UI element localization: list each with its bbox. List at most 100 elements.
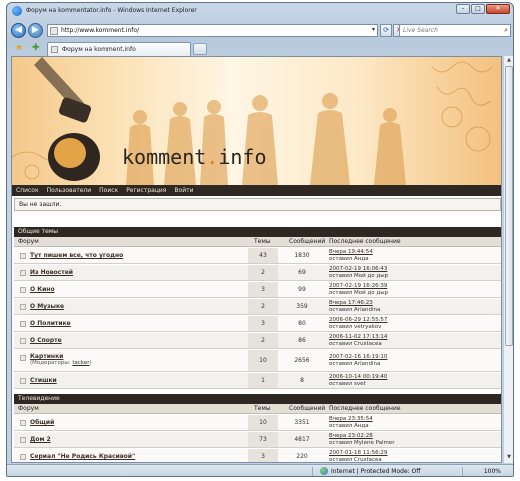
minimize-button[interactable]: – bbox=[456, 4, 470, 14]
login-notice: Вы не зашли. bbox=[14, 198, 501, 211]
forum-row: О Кино 3 99 2007-02-19 16:26:39 оставил … bbox=[14, 282, 501, 298]
search-box[interactable]: ⌕ bbox=[399, 24, 511, 37]
last-post-author: оставил Arlandina bbox=[329, 307, 381, 313]
forum-link[interactable]: Картинки bbox=[30, 353, 63, 360]
posts-count: 80 bbox=[298, 320, 306, 327]
forum-link[interactable]: О Спорте bbox=[30, 337, 62, 344]
topics-count: 1 bbox=[248, 373, 278, 388]
forward-button[interactable]: ▶ bbox=[28, 23, 43, 38]
last-post: Вчера 23:35:54 оставил Анда bbox=[329, 416, 373, 430]
favorites-star-icon[interactable]: ★ bbox=[15, 43, 23, 53]
last-post: 2006-06-29 12:55:57 оставил vetryakov bbox=[329, 317, 387, 331]
title-bar: Форум на kommentator.info - Windows Inte… bbox=[7, 3, 513, 19]
posts-count: 3351 bbox=[294, 419, 310, 426]
search-input[interactable] bbox=[400, 25, 495, 36]
forum-row: Стишки 1 8 2006-10-14 00:19:40 оставил s… bbox=[14, 373, 501, 389]
search-icon[interactable]: ⌕ bbox=[504, 26, 508, 35]
forum-link[interactable]: Стишки bbox=[30, 377, 57, 384]
last-post-date-link[interactable]: Вчера 23:02:28 bbox=[329, 433, 373, 439]
back-button[interactable]: ◀ bbox=[11, 23, 26, 38]
scroll-thumb[interactable] bbox=[505, 66, 513, 346]
forum-row: Общий 10 3351 Вчера 23:35:54 оставил Анд… bbox=[14, 415, 501, 431]
last-post-author: оставил svet bbox=[329, 381, 366, 387]
last-post-author: оставил Мой до дыр bbox=[329, 273, 389, 279]
maximize-button[interactable]: □ bbox=[471, 4, 485, 14]
status-divider bbox=[312, 467, 313, 476]
forum-status-icon bbox=[20, 378, 26, 384]
forum-link[interactable]: Общий bbox=[30, 419, 54, 426]
forum-row: О Музыке 2 359 Вчера 17:46:23 оставил Ar… bbox=[14, 299, 501, 315]
topics-count: 10 bbox=[248, 415, 278, 430]
column-header-row: Форум Темы Сообщений Последнее сообщение bbox=[14, 404, 501, 414]
window-title: Форум на kommentator.info - Windows Inte… bbox=[26, 7, 197, 14]
last-post-date-link[interactable]: 2007-02-19 16:26:39 bbox=[329, 283, 387, 289]
last-post-author: оставил Мой до дыр bbox=[329, 290, 389, 296]
url-text[interactable]: http://www.komment.info/ bbox=[61, 27, 139, 34]
add-favorites-icon[interactable]: ✚ bbox=[32, 43, 40, 53]
section-header: Телевидение bbox=[14, 394, 501, 404]
site-nav: Список Пользователи Поиск Регистрация Во… bbox=[12, 185, 501, 196]
forum-link[interactable]: Дом 2 bbox=[30, 436, 51, 443]
forum-link[interactable]: Тут пишем все, что угодно bbox=[30, 252, 123, 259]
forum-status-icon bbox=[20, 270, 26, 276]
section-header: Общие темы bbox=[14, 227, 501, 237]
last-post-date-link[interactable]: 2006-11-02 17:13:14 bbox=[329, 334, 387, 340]
last-post: Вчера 17:46:23 оставил Arlandina bbox=[329, 300, 380, 314]
zoom-level[interactable]: 100% bbox=[484, 468, 501, 475]
last-post-author: оставил Mylene Palmer bbox=[329, 440, 395, 446]
forum-link[interactable]: Из Новостей bbox=[30, 269, 73, 276]
navigation-bar: ◀ ▶ http://www.komment.info/ ▾ ⟳ ✕ ⌕ bbox=[7, 20, 513, 40]
posts-count: 8 bbox=[300, 377, 304, 384]
column-topics: Темы bbox=[254, 405, 271, 412]
topics-count: 43 bbox=[248, 248, 278, 263]
column-last-post: Последнее сообщение bbox=[329, 405, 401, 412]
last-post-date-link[interactable]: Вчера 17:46:23 bbox=[329, 300, 373, 306]
last-post-date-link[interactable]: Вчера 23:35:54 bbox=[329, 416, 373, 422]
chevron-down-icon[interactable]: ▾ bbox=[372, 26, 375, 33]
forum-link[interactable]: О Политике bbox=[30, 320, 71, 327]
new-tab-button[interactable] bbox=[193, 43, 207, 55]
last-post-date-link[interactable]: 2007-02-19 16:06:43 bbox=[329, 266, 387, 272]
last-post: Вчера 23:02:28 оставил Mylene Palmer bbox=[329, 433, 395, 447]
forum-status-icon bbox=[20, 437, 26, 443]
address-bar[interactable]: http://www.komment.info/ ▾ bbox=[47, 24, 378, 37]
last-post-date-link[interactable]: 2007-02-16 16:19:10 bbox=[329, 354, 387, 360]
last-post-date-link[interactable]: Вчера 19:44:54 bbox=[329, 249, 373, 255]
tab-bar: ★ ✚ Форум на komment.info bbox=[7, 41, 513, 56]
forum-link[interactable]: О Кино bbox=[30, 286, 55, 293]
site-logo[interactable]: komment.info bbox=[122, 145, 267, 169]
last-post: 2006-11-02 17:13:14 оставил Crustacea bbox=[329, 334, 387, 348]
nav-register-link[interactable]: Регистрация bbox=[126, 187, 166, 194]
close-button[interactable]: ✕ bbox=[486, 4, 510, 14]
forum-link[interactable]: Сериал "Не Родись Красивой" bbox=[30, 453, 135, 460]
forum-row: О Политике 3 80 2006-06-29 12:55:57 оста… bbox=[14, 316, 501, 332]
nav-search-link[interactable]: Поиск bbox=[99, 187, 118, 194]
status-bar: Internet | Protected Mode: Off 100% bbox=[7, 464, 513, 476]
refresh-button[interactable]: ⟳ bbox=[380, 24, 392, 37]
forum-link[interactable]: О Музыке bbox=[30, 303, 64, 310]
topics-count: 3 bbox=[248, 282, 278, 297]
last-post-date-link[interactable]: 2006-10-14 00:19:40 bbox=[329, 374, 387, 380]
forum-status-icon bbox=[20, 355, 26, 361]
tab-komment[interactable]: Форум на komment.info bbox=[47, 42, 191, 56]
internet-zone-icon bbox=[320, 467, 328, 475]
moderator-link[interactable]: tacker bbox=[72, 360, 89, 366]
scroll-down-icon[interactable]: ▼ bbox=[505, 454, 513, 462]
posts-count: 1830 bbox=[294, 252, 310, 259]
last-post-author: оставил Crustacea bbox=[329, 457, 382, 463]
column-posts: Сообщений bbox=[289, 405, 326, 412]
last-post: 2006-10-14 00:19:40 оставил svet bbox=[329, 374, 387, 388]
page-icon bbox=[50, 27, 58, 35]
forum-status-icon bbox=[20, 454, 26, 460]
last-post-date-link[interactable]: 2006-06-29 12:55:57 bbox=[329, 317, 387, 323]
nav-list-link[interactable]: Список bbox=[16, 187, 39, 194]
last-post-author: оставил Crustacea bbox=[329, 341, 382, 347]
column-posts: Сообщений bbox=[289, 238, 326, 245]
nav-login-link[interactable]: Войти bbox=[174, 187, 193, 194]
security-zone[interactable]: Internet | Protected Mode: Off bbox=[331, 468, 420, 475]
scroll-up-icon[interactable]: ▲ bbox=[505, 57, 513, 65]
last-post-date-link[interactable]: 2007-01-18 11:56:29 bbox=[329, 450, 387, 456]
status-divider bbox=[462, 467, 463, 476]
nav-users-link[interactable]: Пользователи bbox=[47, 187, 92, 194]
vertical-scrollbar[interactable]: ▲ ▼ bbox=[503, 56, 513, 463]
